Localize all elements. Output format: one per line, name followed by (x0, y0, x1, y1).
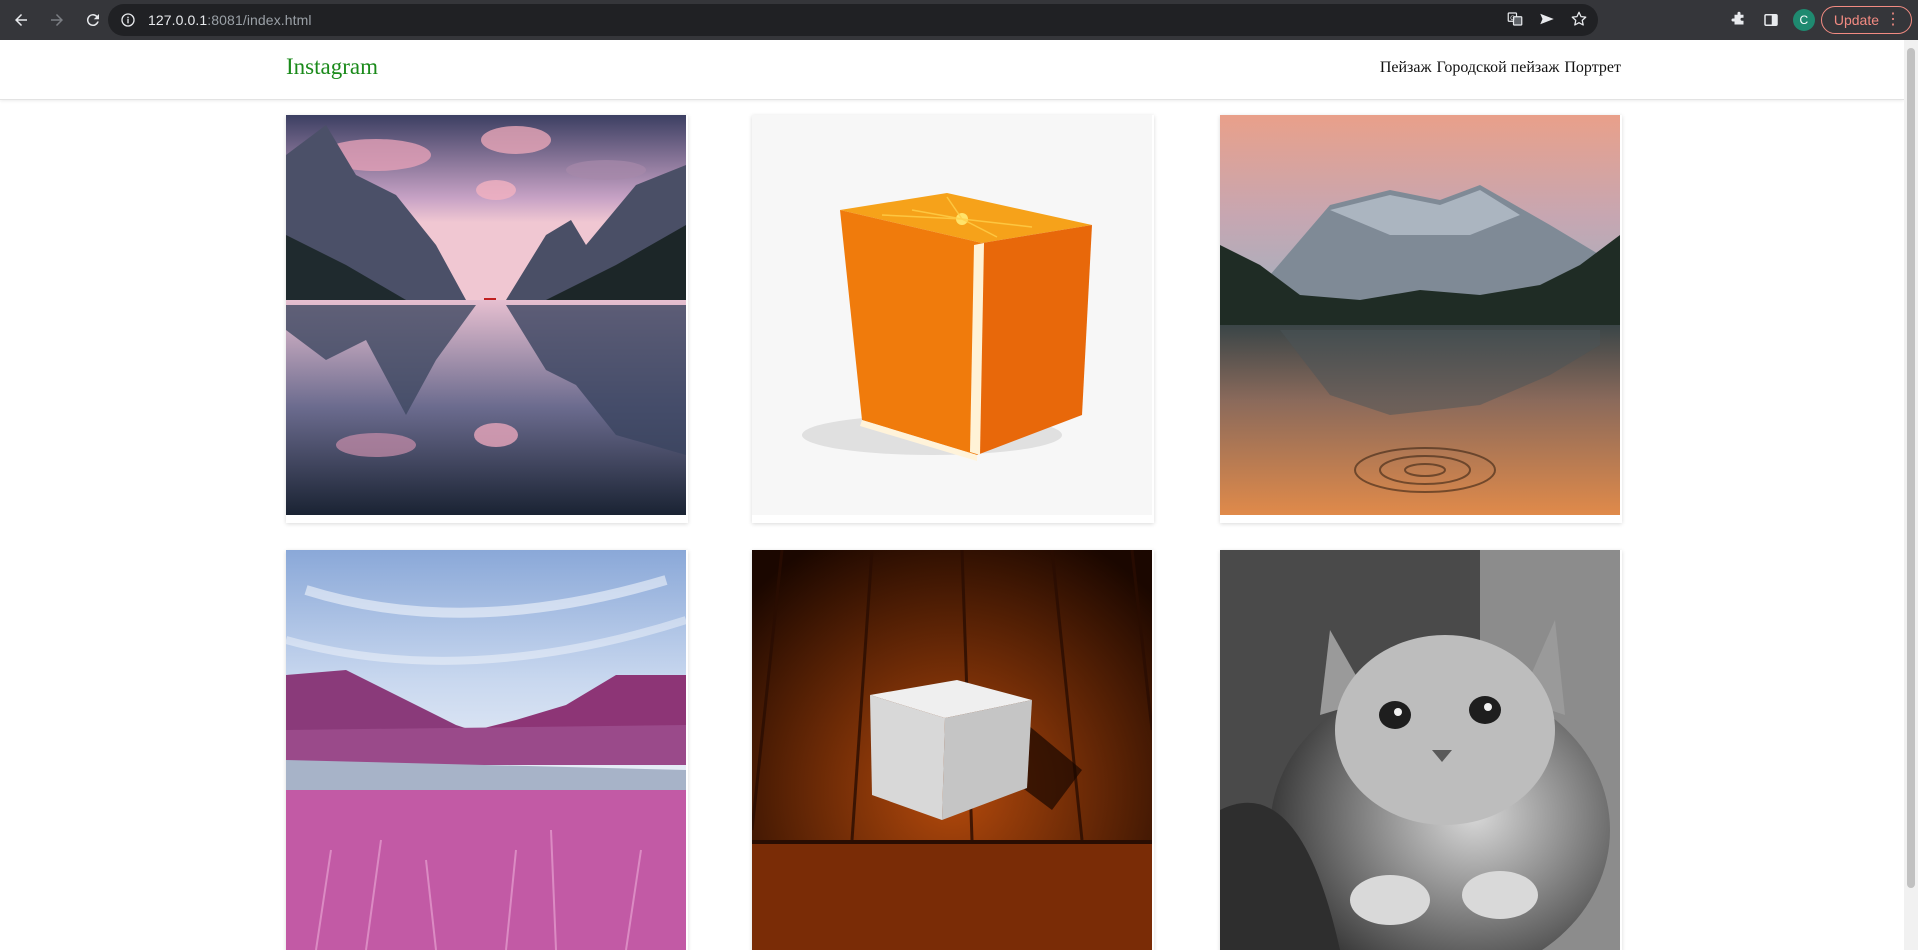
profile-avatar[interactable]: C (1792, 9, 1815, 31)
back-button[interactable] (6, 5, 36, 35)
arrow-right-icon (51, 14, 63, 26)
nav-link-cityscape[interactable]: Городской пейзаж (1437, 59, 1560, 77)
reload-icon (86, 14, 99, 27)
mountain-lake-reflection-photo (286, 115, 686, 515)
photo-card[interactable] (752, 115, 1154, 523)
site-navbar: Instagram Пейзаж Городской пейзаж Портре… (0, 40, 1904, 100)
update-button[interactable]: Update ⋮ (1820, 6, 1912, 34)
photo-card[interactable] (286, 115, 688, 523)
photo-card[interactable] (1220, 115, 1622, 523)
orange-cube-photo (752, 115, 1152, 515)
sunset-mountain-lake-photo (1220, 115, 1620, 515)
browser-toolbar: 127.0.0.1:8081/index.html G C Update ⋮ (0, 0, 1918, 40)
arrow-left-icon (15, 14, 27, 26)
photo-card[interactable] (1220, 550, 1622, 950)
svg-text:G: G (1510, 15, 1515, 22)
stone-cube-on-wooden-floor-photo (752, 550, 1152, 950)
nav-link-landscape[interactable]: Пейзаж (1380, 59, 1432, 77)
kitten-bw-portrait-photo (1220, 550, 1620, 950)
side-panel-button[interactable] (1755, 4, 1787, 36)
nav-menu: Пейзаж Городской пейзаж Портрет (1380, 59, 1621, 77)
nav-link-portrait[interactable]: Портрет (1564, 59, 1621, 77)
photo-card[interactable] (286, 550, 688, 950)
url-path: :8081/index.html (207, 12, 312, 28)
reload-button[interactable] (78, 5, 108, 35)
star-icon[interactable] (1570, 10, 1588, 28)
photo-card[interactable] (752, 550, 1154, 950)
brand-link[interactable]: Instagram (286, 54, 378, 80)
vertical-scrollbar[interactable] (1904, 40, 1918, 950)
page-viewport: Instagram Пейзаж Городской пейзаж Портре… (0, 40, 1904, 950)
info-icon[interactable] (120, 12, 136, 28)
update-label: Update (1833, 12, 1879, 28)
url-text: 127.0.0.1:8081/index.html (148, 12, 312, 28)
url-host: 127.0.0.1 (148, 12, 208, 28)
send-icon[interactable] (1538, 10, 1556, 28)
forward-button[interactable] (42, 5, 72, 35)
scrollbar-thumb[interactable] (1907, 48, 1915, 888)
extensions-button[interactable] (1723, 4, 1755, 36)
pink-valley-landscape-photo (286, 550, 686, 950)
address-bar[interactable]: 127.0.0.1:8081/index.html G (108, 4, 1598, 36)
side-panel-icon (1764, 14, 1778, 26)
puzzle-icon (1731, 11, 1744, 25)
kebab-menu-icon: ⋮ (1885, 11, 1901, 28)
translate-icon[interactable]: G (1506, 10, 1524, 28)
